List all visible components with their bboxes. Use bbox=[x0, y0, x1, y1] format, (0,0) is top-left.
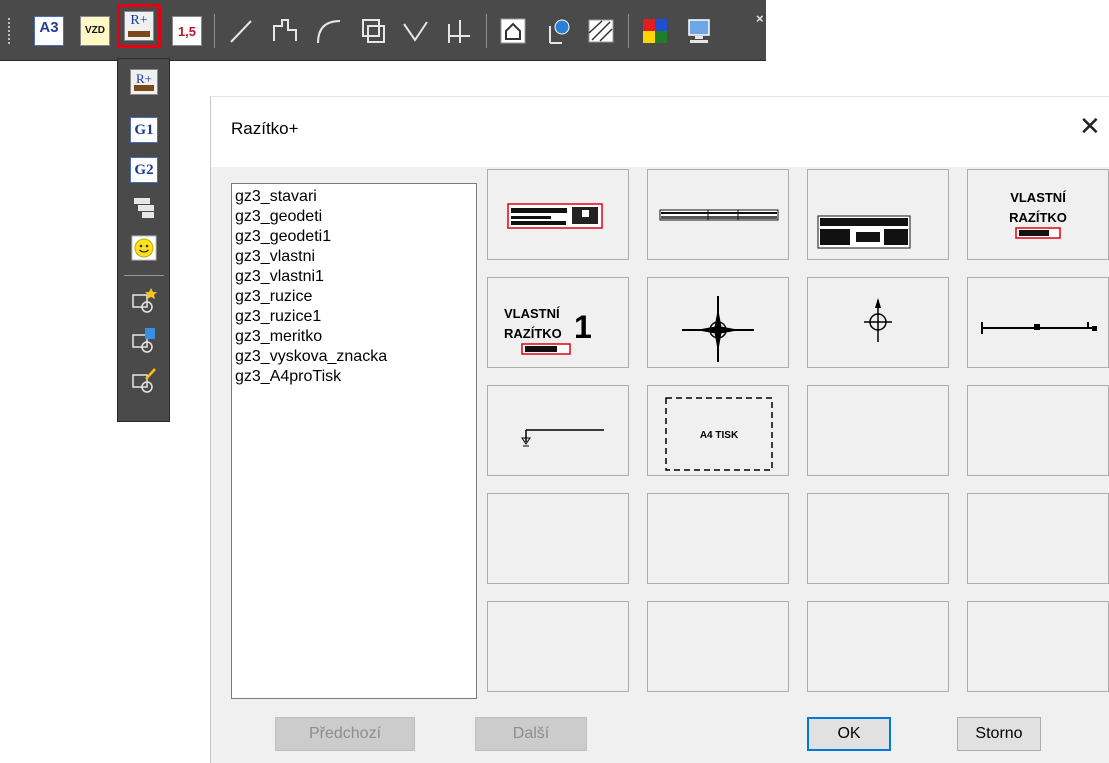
stamp-preview-image bbox=[864, 298, 892, 342]
a3-format-label: A3 bbox=[39, 19, 59, 36]
preview-cell-empty[interactable] bbox=[807, 493, 949, 584]
toolbar-close-icon[interactable]: × bbox=[756, 12, 764, 25]
hatch-icon[interactable] bbox=[586, 16, 616, 46]
toolbar-separator bbox=[486, 14, 487, 48]
house-icon[interactable] bbox=[498, 16, 528, 46]
dialog-title: Razítko+ bbox=[231, 119, 299, 138]
stamp-flyout-menu: R+ G1 G2 bbox=[117, 58, 170, 422]
list-item[interactable]: gz3_vlastni bbox=[233, 247, 476, 267]
dialog-titlebar[interactable]: Razítko+ ✕ bbox=[211, 97, 1109, 167]
active-tool-highlight bbox=[117, 4, 161, 48]
flyout-stamp-plus-button[interactable]: R+ bbox=[130, 69, 158, 95]
close-icon[interactable]: ✕ bbox=[1079, 113, 1101, 139]
preview-cell-stavari[interactable] bbox=[487, 169, 629, 260]
preview-cell-empty[interactable] bbox=[807, 385, 949, 476]
scale-button[interactable]: 1,5 bbox=[172, 16, 202, 46]
preview-cell-empty[interactable] bbox=[647, 601, 789, 692]
stamp-preview-image bbox=[521, 429, 604, 447]
toolbar-separator bbox=[214, 14, 215, 48]
stamp-preview-image bbox=[682, 296, 754, 362]
stamp-preview-image: VLASTNÍ RAZÍTKO 1 bbox=[504, 306, 592, 355]
vlastni1-preview-line1: VLASTNÍ bbox=[504, 306, 560, 321]
list-item[interactable]: gz3_A4proTisk bbox=[233, 367, 476, 387]
vzd-label: VZD bbox=[85, 25, 105, 36]
copy-block-icon[interactable] bbox=[130, 327, 158, 353]
vlastni1-preview-line2: RAZÍTKO bbox=[504, 326, 562, 341]
stamp-listbox[interactable]: gz3_stavari gz3_geodeti gz3_geodeti1 gz3… bbox=[231, 183, 477, 699]
preview-cell-a4protisk[interactable]: A4 TISK bbox=[647, 385, 789, 476]
cancel-button[interactable]: Storno bbox=[957, 717, 1041, 751]
smiley-icon[interactable] bbox=[130, 235, 158, 261]
list-item[interactable]: gz3_ruzice1 bbox=[233, 307, 476, 327]
flyout-g2-button[interactable]: G2 bbox=[130, 157, 158, 183]
stamp-preview-image: A4 TISK bbox=[665, 397, 773, 471]
stamp-preview-image: VLASTNÍ RAZÍTKO bbox=[1009, 190, 1067, 239]
preview-cell-empty[interactable] bbox=[807, 601, 949, 692]
preview-cell-empty[interactable] bbox=[647, 493, 789, 584]
stamp-preview-image bbox=[507, 203, 603, 229]
preview-cell-empty[interactable] bbox=[967, 385, 1109, 476]
scale-label: 1,5 bbox=[177, 24, 197, 39]
stamp-preview-image bbox=[817, 215, 911, 249]
preview-cell-geodeti[interactable] bbox=[647, 169, 789, 260]
vlastni-preview-line1: VLASTNÍ bbox=[1010, 190, 1066, 205]
line-icon[interactable] bbox=[226, 16, 256, 46]
dimension-icon[interactable] bbox=[444, 16, 474, 46]
flyout-g1-label: G1 bbox=[134, 122, 154, 138]
list-item[interactable]: gz3_geodeti1 bbox=[233, 227, 476, 247]
toolbar-separator bbox=[628, 14, 629, 48]
a3-format-button[interactable]: A3 bbox=[34, 16, 64, 46]
preview-cell-vyskova-znacka[interactable] bbox=[487, 385, 629, 476]
ok-button[interactable]: OK bbox=[807, 717, 891, 751]
a4-preview-text: A4 TISK bbox=[700, 430, 739, 441]
rectangle-icon[interactable] bbox=[358, 16, 388, 46]
stamp-preview-image bbox=[981, 322, 1097, 334]
color-palette-icon[interactable] bbox=[640, 16, 670, 46]
flyout-g1-button[interactable]: G1 bbox=[130, 117, 158, 143]
previous-button[interactable]: Předchozí bbox=[275, 717, 415, 751]
arc-icon[interactable] bbox=[314, 16, 344, 46]
list-item[interactable]: gz3_geodeti bbox=[233, 207, 476, 227]
flyout-stamp-plus-label: R+ bbox=[135, 71, 152, 86]
preview-cell-empty[interactable] bbox=[487, 601, 629, 692]
cad-toolbar: A3 VZD R+ 1,5 × bbox=[0, 0, 766, 61]
list-item[interactable]: gz3_ruzice bbox=[233, 287, 476, 307]
preview-cell-vlastni[interactable]: VLASTNÍ RAZÍTKO bbox=[967, 169, 1109, 260]
vlastni1-preview-number: 1 bbox=[574, 309, 592, 345]
new-block-icon[interactable] bbox=[130, 287, 158, 313]
stamp-preview-image bbox=[659, 209, 779, 221]
polyline-icon[interactable] bbox=[270, 16, 300, 46]
vlastni-preview-line2: RAZÍTKO bbox=[1009, 210, 1067, 225]
preview-cell-ruzice1[interactable] bbox=[807, 277, 949, 368]
list-item[interactable]: gz3_meritko bbox=[233, 327, 476, 347]
preview-cell-ruzice[interactable] bbox=[647, 277, 789, 368]
globe-icon[interactable] bbox=[542, 16, 572, 46]
preview-cell-empty[interactable] bbox=[487, 493, 629, 584]
preview-cell-meritko[interactable] bbox=[967, 277, 1109, 368]
flyout-g2-label: G2 bbox=[134, 162, 154, 178]
next-button[interactable]: Další bbox=[475, 717, 587, 751]
preview-cell-empty[interactable] bbox=[967, 493, 1109, 584]
toolbar-grip[interactable] bbox=[8, 18, 16, 44]
layers-icon[interactable] bbox=[130, 195, 158, 221]
preview-cell-vlastni1[interactable]: VLASTNÍ RAZÍTKO 1 bbox=[487, 277, 629, 368]
preview-cell-empty[interactable] bbox=[967, 601, 1109, 692]
list-item[interactable]: gz3_vlastni1 bbox=[233, 267, 476, 287]
stamp-dialog: Razítko+ ✕ gz3_stavari gz3_geodeti gz3_g… bbox=[210, 96, 1109, 763]
angle-icon[interactable] bbox=[400, 16, 430, 46]
settings-monitor-icon[interactable] bbox=[684, 16, 714, 46]
list-item[interactable]: gz3_vyskova_znacka bbox=[233, 347, 476, 367]
edit-block-icon[interactable] bbox=[130, 367, 158, 393]
vzd-button[interactable]: VZD bbox=[80, 16, 110, 46]
preview-cell-geodeti1[interactable] bbox=[807, 169, 949, 260]
flyout-separator bbox=[124, 275, 164, 276]
list-item[interactable]: gz3_stavari bbox=[233, 187, 476, 207]
